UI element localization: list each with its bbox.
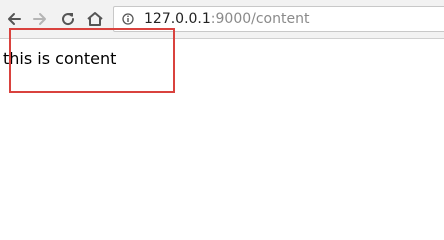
reload-button[interactable]: [58, 8, 78, 30]
url-path: :9000/content: [210, 11, 310, 27]
forward-button[interactable]: [30, 8, 50, 30]
home-icon: [87, 12, 103, 26]
back-button[interactable]: [4, 8, 24, 30]
info-icon[interactable]: [122, 13, 134, 25]
url-host: 127.0.0.1: [144, 11, 211, 27]
arrow-right-icon: [33, 13, 46, 25]
url-text[interactable]: 127.0.0.1:9000/content: [144, 10, 309, 28]
home-button[interactable]: [85, 8, 105, 30]
reload-icon: [62, 13, 75, 26]
arrow-left-icon: [8, 13, 21, 25]
address-bar[interactable]: 127.0.0.1:9000/content: [113, 6, 444, 32]
page-content: this is content: [0, 39, 444, 214]
browser-toolbar: 127.0.0.1:9000/content: [0, 0, 444, 39]
content-text: this is content: [3, 49, 117, 68]
